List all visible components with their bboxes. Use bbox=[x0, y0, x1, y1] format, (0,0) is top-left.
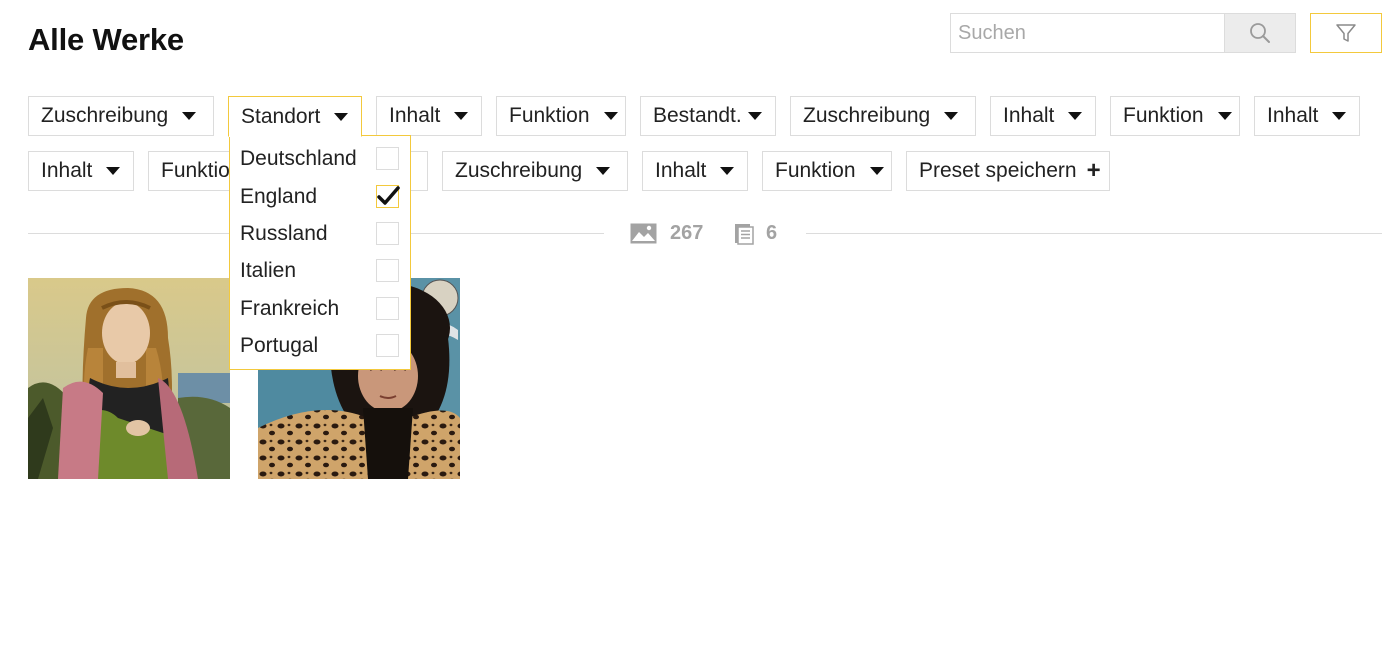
filter-chip-zuschreibung[interactable]: Zuschreibung bbox=[790, 96, 976, 136]
search-button[interactable] bbox=[1224, 14, 1295, 52]
search-bar bbox=[950, 13, 1296, 53]
artwork-thumbnail-portrait-woman[interactable] bbox=[28, 278, 230, 479]
filter-chip-label: Standort bbox=[241, 104, 321, 128]
checkbox-italien[interactable] bbox=[376, 259, 399, 282]
filter-chip-label: Funktion bbox=[1123, 104, 1204, 127]
filter-chip-zuschreibung[interactable]: Zuschreibung bbox=[442, 151, 628, 191]
filter-chip-inhalt[interactable]: Inhalt bbox=[28, 151, 134, 191]
image-count-value: 267 bbox=[670, 222, 704, 244]
dropdown-option-italien[interactable]: Italien bbox=[240, 259, 296, 283]
filter-toggle-button[interactable] bbox=[1310, 13, 1382, 53]
caret-down-icon bbox=[106, 167, 121, 175]
caret-down-icon bbox=[1332, 112, 1347, 120]
document-icon bbox=[735, 223, 754, 245]
filter-chip-funktion[interactable]: Funktion bbox=[762, 151, 892, 191]
caret-down-icon bbox=[747, 112, 762, 120]
filter-chip-label: Inhalt bbox=[1003, 104, 1055, 127]
caret-down-icon bbox=[603, 112, 618, 120]
filter-chip-inhalt[interactable]: Inhalt bbox=[376, 96, 482, 136]
document-count: 6 bbox=[734, 222, 777, 245]
results-divider-right bbox=[806, 233, 1382, 234]
dropdown-option-portugal[interactable]: Portugal bbox=[240, 334, 318, 358]
page-title: Alle Werke bbox=[28, 22, 184, 57]
filter-chip-label: Inhalt bbox=[655, 159, 707, 182]
search-input[interactable] bbox=[951, 14, 1224, 52]
checkmark-icon bbox=[377, 186, 400, 205]
checkbox-russland[interactable] bbox=[376, 222, 399, 245]
filter-chip-bestandteil[interactable]: Bestandt. bbox=[640, 96, 776, 136]
caret-down-icon bbox=[596, 167, 611, 175]
dropdown-option-deutschland[interactable]: Deutschland bbox=[240, 147, 357, 171]
dropdown-option-frankreich[interactable]: Frankreich bbox=[240, 297, 339, 321]
filter-icon bbox=[1336, 24, 1356, 42]
save-preset-label: Preset speichern bbox=[919, 159, 1077, 182]
filter-chip-inhalt[interactable]: Inhalt bbox=[990, 96, 1096, 136]
standort-dropdown: Deutschland England Russland Italien Fra… bbox=[229, 135, 411, 370]
filter-chip-funktion[interactable]: Funktion bbox=[496, 96, 626, 136]
checkbox-deutschland[interactable] bbox=[376, 147, 399, 170]
filter-chip-label: Zuschreibung bbox=[41, 104, 169, 127]
filter-chip-inhalt[interactable]: Inhalt bbox=[642, 151, 748, 191]
filter-chip-label: Inhalt bbox=[1267, 104, 1319, 127]
image-icon bbox=[630, 223, 657, 244]
filter-chip-zuschreibung[interactable]: Zuschreibung bbox=[28, 96, 214, 136]
portrait-woman-image bbox=[28, 278, 230, 479]
filter-chip-funktion[interactable]: Funktion bbox=[1110, 96, 1240, 136]
filter-chip-label: Zuschreibung bbox=[803, 104, 931, 127]
caret-down-icon bbox=[869, 167, 884, 175]
caret-down-icon bbox=[334, 112, 349, 121]
image-count: 267 bbox=[630, 222, 703, 245]
filter-chip-label: Zuschreibung bbox=[455, 159, 583, 182]
filter-chip-label: Inhalt bbox=[389, 104, 441, 127]
caret-down-icon bbox=[944, 112, 959, 120]
document-count-value: 6 bbox=[766, 222, 778, 244]
search-icon bbox=[1250, 23, 1270, 43]
filter-chip-standort[interactable]: Standort bbox=[228, 96, 362, 137]
caret-down-icon bbox=[182, 112, 197, 120]
filter-chip-label: Inhalt bbox=[41, 159, 93, 182]
dropdown-option-england[interactable]: England bbox=[240, 185, 317, 209]
filter-chip-label: Bestandt. bbox=[653, 104, 742, 127]
caret-down-icon bbox=[1068, 112, 1083, 120]
filter-chip-inhalt[interactable]: Inhalt bbox=[1254, 96, 1360, 136]
checkbox-frankreich[interactable] bbox=[376, 297, 399, 320]
checkbox-england[interactable] bbox=[376, 185, 400, 208]
dropdown-option-russland[interactable]: Russland bbox=[240, 222, 328, 246]
caret-down-icon bbox=[454, 112, 469, 120]
filter-chip-label: Funktion bbox=[775, 159, 856, 182]
checkbox-portugal[interactable] bbox=[376, 334, 399, 357]
filter-chip-label: Funktion bbox=[509, 104, 590, 127]
save-preset-button[interactable]: Preset speichern + bbox=[906, 151, 1110, 191]
plus-icon: + bbox=[1086, 157, 1101, 184]
caret-down-icon bbox=[1217, 112, 1232, 120]
caret-down-icon bbox=[720, 167, 735, 175]
